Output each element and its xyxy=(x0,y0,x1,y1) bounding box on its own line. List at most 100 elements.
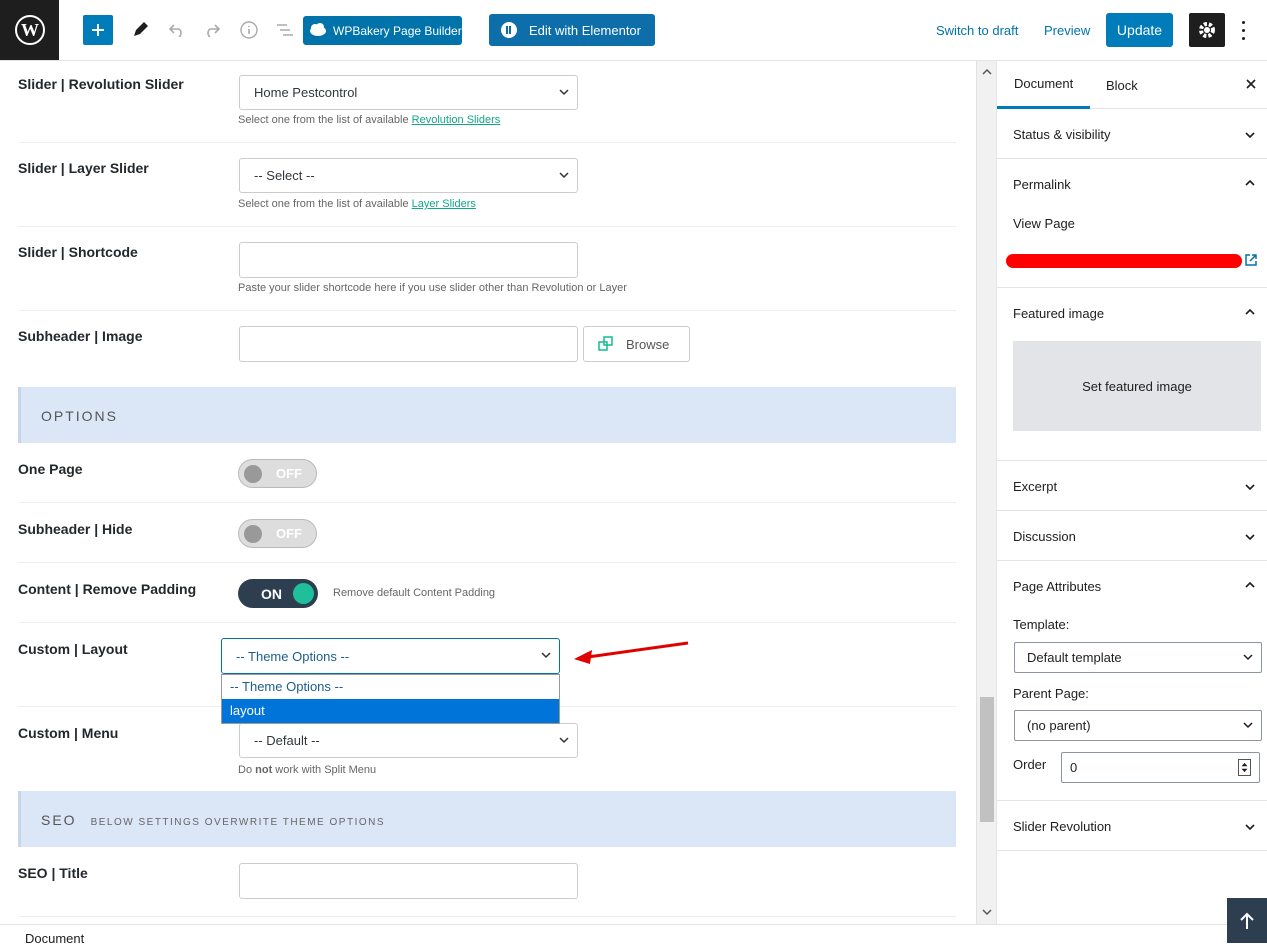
content-padding-label: Content | Remove Padding xyxy=(18,581,197,597)
panel-permalink: Permalink View Page xyxy=(997,159,1267,288)
custom-menu-label: Custom | Menu xyxy=(18,725,119,741)
toggle-knob xyxy=(244,525,262,543)
custom-layout-option[interactable]: -- Theme Options -- xyxy=(222,675,559,699)
settings-gear-icon[interactable] xyxy=(1189,13,1225,47)
layer-slider-desc: Select one from the list of available La… xyxy=(238,198,476,210)
metabox-content: Slider | Revolution Slider Home Pestcont… xyxy=(0,61,976,924)
scroll-down-icon[interactable] xyxy=(982,908,992,916)
toggle-knob xyxy=(293,583,314,604)
scroll-up-icon[interactable] xyxy=(982,68,992,76)
sidebar-tabs: Document Block xyxy=(997,61,1267,109)
chevron-down-icon xyxy=(559,172,569,179)
undo-icon[interactable] xyxy=(162,15,192,45)
browse-label: Browse xyxy=(626,336,670,352)
set-featured-image-button[interactable]: Set featured image xyxy=(1013,341,1261,431)
preview-link[interactable]: Preview xyxy=(1044,23,1090,38)
switch-to-draft-link[interactable]: Switch to draft xyxy=(936,23,1018,38)
row-revolution-slider: Slider | Revolution Slider Home Pestcont… xyxy=(18,61,956,143)
edit-pencil-icon[interactable] xyxy=(125,15,155,45)
template-value: Default template xyxy=(1027,650,1122,665)
more-options-icon[interactable] xyxy=(1238,18,1248,42)
rev-slider-select[interactable]: Home Pestcontrol xyxy=(239,75,578,110)
layer-slider-label: Slider | Layer Slider xyxy=(18,160,149,176)
chevron-down-icon xyxy=(1245,824,1255,831)
revolution-sliders-link[interactable]: Revolution Sliders xyxy=(412,114,501,126)
update-button[interactable]: Update xyxy=(1106,13,1173,47)
seo-title-text: SEO xyxy=(41,812,77,828)
custom-layout-option-selected[interactable]: layout xyxy=(222,699,559,723)
seo-subtitle: BELOW SETTINGS OVERWRITE THEME OPTIONS xyxy=(90,817,386,828)
custom-menu-select[interactable]: -- Default -- xyxy=(239,723,578,758)
wordpress-logo-icon[interactable]: W xyxy=(0,0,59,60)
chevron-down-icon xyxy=(1245,484,1255,491)
row-seo-title: SEO | Title xyxy=(18,847,956,917)
page-attributes-title[interactable]: Page Attributes xyxy=(1013,579,1101,594)
permalink-title[interactable]: Permalink xyxy=(1013,177,1071,192)
one-page-label: One Page xyxy=(18,461,83,477)
chevron-up-icon[interactable] xyxy=(1244,306,1256,318)
redo-icon[interactable] xyxy=(197,15,227,45)
chevron-up-icon[interactable] xyxy=(1244,579,1256,591)
excerpt-title: Excerpt xyxy=(1013,479,1058,494)
seo-title-input[interactable] xyxy=(239,863,578,899)
rev-slider-desc-text: Select one from the list of available xyxy=(238,114,409,126)
close-icon[interactable] xyxy=(1244,77,1258,91)
info-icon[interactable] xyxy=(234,15,264,45)
panel-slider-revolution[interactable]: Slider Revolution xyxy=(997,801,1267,851)
custom-layout-options: -- Theme Options -- layout xyxy=(221,674,560,724)
tab-block[interactable]: Block xyxy=(1089,61,1155,109)
number-spinner-icon[interactable] xyxy=(1238,759,1251,776)
tab-document[interactable]: Document xyxy=(997,61,1091,109)
subheader-hide-toggle[interactable]: OFF xyxy=(238,519,317,548)
rev-slider-label: Slider | Revolution Slider xyxy=(18,76,184,92)
custom-layout-value: -- Theme Options -- xyxy=(236,649,350,664)
footer-breadcrumb[interactable]: Document xyxy=(25,931,84,946)
custom-menu-desc-pre: Do xyxy=(238,764,256,776)
custom-menu-desc-post: work with Split Menu xyxy=(272,764,377,776)
scroll-thumb[interactable] xyxy=(980,697,994,822)
parent-page-select[interactable]: (no parent) xyxy=(1014,710,1262,741)
custom-layout-select[interactable]: -- Theme Options -- xyxy=(221,638,560,674)
browse-button[interactable]: Browse xyxy=(583,326,690,362)
layer-slider-select[interactable]: -- Select -- xyxy=(239,158,578,193)
layer-slider-desc-text: Select one from the list of available xyxy=(238,198,409,210)
layer-slider-value: -- Select -- xyxy=(254,168,315,183)
options-section-header: OPTIONS xyxy=(18,387,956,443)
row-content-padding: Content | Remove Padding ON Remove defau… xyxy=(18,563,956,623)
options-title: OPTIONS xyxy=(41,408,119,424)
custom-menu-desc-bold: not xyxy=(255,764,273,776)
one-page-toggle[interactable]: OFF xyxy=(238,459,317,488)
add-block-icon[interactable] xyxy=(83,15,113,45)
chevron-down-icon xyxy=(1243,722,1253,729)
outline-list-icon[interactable] xyxy=(270,15,300,45)
external-link-icon[interactable] xyxy=(1244,253,1258,267)
row-slider-shortcode: Slider | Shortcode Paste your slider sho… xyxy=(18,227,956,311)
custom-menu-desc: Do not work with Split Menu xyxy=(238,764,376,776)
wpbakery-button[interactable]: WPBakery Page Builder xyxy=(303,16,462,45)
chevron-down-icon xyxy=(1245,132,1255,139)
view-page-label: View Page xyxy=(1013,216,1075,231)
panel-discussion[interactable]: Discussion xyxy=(997,511,1267,561)
browse-icon xyxy=(598,336,613,351)
subheader-hide-label: Subheader | Hide xyxy=(18,521,133,537)
order-input[interactable]: 0 xyxy=(1061,752,1260,783)
scroll-to-top-icon[interactable] xyxy=(1227,898,1267,943)
elementor-button[interactable]: Edit with Elementor xyxy=(489,14,655,46)
seo-field-label: SEO | Title xyxy=(18,865,88,881)
main-scrollbar[interactable] xyxy=(976,61,996,924)
status-visibility-title: Status & visibility xyxy=(1013,127,1111,142)
custom-menu-value: -- Default -- xyxy=(254,733,320,748)
seo-section-header: SEO BELOW SETTINGS OVERWRITE THEME OPTION… xyxy=(18,791,956,847)
chevron-down-icon xyxy=(559,737,569,744)
shortcode-input[interactable] xyxy=(239,242,578,278)
subheader-image-input[interactable] xyxy=(239,326,578,362)
layer-sliders-link[interactable]: Layer Sliders xyxy=(412,198,476,210)
panel-excerpt[interactable]: Excerpt xyxy=(997,461,1267,511)
template-select[interactable]: Default template xyxy=(1014,642,1262,673)
chevron-up-icon[interactable] xyxy=(1244,177,1256,189)
featured-image-title[interactable]: Featured image xyxy=(1013,306,1104,321)
annotation-arrow-icon xyxy=(574,641,689,664)
content-padding-toggle[interactable]: ON xyxy=(238,579,318,608)
one-page-state: OFF xyxy=(276,466,302,481)
panel-status-visibility[interactable]: Status & visibility xyxy=(997,109,1267,159)
